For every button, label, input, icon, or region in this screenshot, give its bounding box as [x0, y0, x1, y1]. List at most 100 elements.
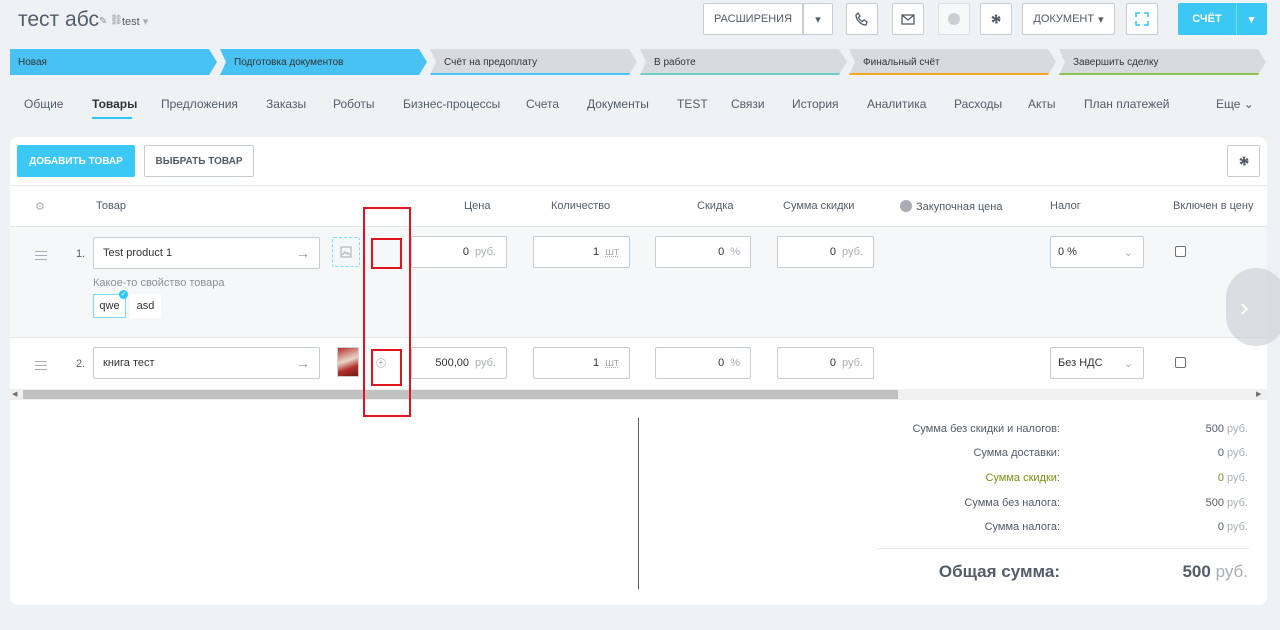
option-chip[interactable]: asd	[130, 294, 161, 318]
tab-7[interactable]: Счета	[526, 97, 559, 111]
quantity-field[interactable]: 1 шт	[533, 236, 630, 268]
summary-amount: 0	[1217, 447, 1224, 459]
summary-value: 500 руб.	[1206, 497, 1248, 509]
tab-1[interactable]: Общие	[24, 97, 63, 111]
drag-handle-icon[interactable]	[35, 251, 47, 260]
column-included: Включен в цену	[1173, 200, 1254, 212]
stage-2[interactable]: Подготовка документов	[220, 49, 427, 75]
tab-more[interactable]: Еще ⌄	[1216, 97, 1254, 111]
link-icon[interactable]: ⛓	[110, 15, 123, 26]
scroll-left-arrow[interactable]: ◀	[12, 389, 17, 400]
option-label: asd	[136, 300, 155, 312]
discount-sum-unit: руб.	[842, 246, 863, 258]
discount-sum-value: 0	[829, 357, 837, 369]
tab-11[interactable]: История	[792, 97, 839, 111]
column-discount-sum: Сумма скидки	[783, 200, 855, 212]
product-name-field[interactable]: книга тест →	[93, 347, 320, 379]
discount-field[interactable]: 0%	[655, 347, 751, 379]
tab-2[interactable]: Товары	[92, 97, 137, 111]
tab-5[interactable]: Роботы	[333, 97, 375, 111]
price-unit: руб.	[475, 357, 496, 369]
price-unit: руб.	[475, 246, 496, 258]
discount-sum-field[interactable]: 0 руб.	[777, 236, 874, 268]
product-name-field[interactable]: Test product 1 →	[93, 237, 320, 269]
tax-select[interactable]: Без НДС ⌄	[1050, 347, 1144, 379]
column-tax: Налог	[1050, 200, 1081, 212]
summary-amount: 0	[1217, 472, 1224, 484]
mail-icon	[901, 14, 915, 25]
gear-icon	[991, 14, 1001, 24]
discount-unit[interactable]: %	[730, 246, 740, 258]
column-quantity: Количество	[551, 200, 611, 212]
tab-12[interactable]: Аналитика	[867, 97, 926, 111]
stage-6[interactable]: Завершить сделку	[1059, 49, 1266, 75]
scroll-right-button[interactable]: ›	[1226, 268, 1280, 346]
tax-select[interactable]: 0 % ⌄	[1050, 236, 1144, 268]
stage-label: Новая	[18, 56, 47, 68]
tax-value: 0 %	[1058, 246, 1077, 258]
stage-1[interactable]: Новая	[10, 49, 217, 75]
tab-8[interactable]: Документы	[587, 97, 649, 111]
edit-title-icon[interactable]: ✎	[99, 16, 107, 27]
quantity-unit[interactable]: шт	[605, 357, 619, 369]
image-placeholder[interactable]	[332, 237, 360, 267]
invoice-button[interactable]: СЧЁТ	[1178, 3, 1236, 35]
page-title: тест абс	[18, 8, 99, 31]
category-selector[interactable]: test ▾	[122, 15, 148, 28]
phone-button[interactable]	[846, 3, 878, 35]
summary-amount: 500	[1205, 497, 1224, 509]
price-value: 500,00	[435, 357, 470, 369]
tab-10[interactable]: Связи	[731, 97, 765, 111]
settings-button[interactable]	[980, 3, 1012, 35]
summary-amount: 0	[1217, 521, 1224, 533]
scrollbar-thumb[interactable]	[23, 390, 898, 399]
quantity-value: 1	[593, 357, 600, 369]
quantity-unit[interactable]: шт	[605, 246, 619, 258]
scroll-right-arrow[interactable]: ▶	[1256, 389, 1261, 400]
select-product-button[interactable]: ВЫБРАТЬ ТОВАР	[144, 145, 254, 177]
arrow-right-icon[interactable]: →	[296, 355, 310, 371]
row-number: 1.	[76, 248, 86, 260]
chat-icon	[948, 13, 960, 25]
tab-15[interactable]: План платежей	[1084, 97, 1169, 111]
tab-9[interactable]: TEST	[677, 97, 708, 111]
tab-3[interactable]: Предложения	[161, 97, 238, 111]
email-button[interactable]	[892, 3, 924, 35]
tax-included-checkbox[interactable]	[1175, 357, 1186, 368]
summary-unit: руб.	[1227, 497, 1248, 509]
stage-label: Подготовка документов	[234, 56, 344, 68]
arrow-right-icon[interactable]: →	[296, 245, 310, 261]
quantity-field[interactable]: 1 шт	[533, 347, 630, 379]
product-thumbnail[interactable]	[337, 347, 359, 377]
grid-settings-button[interactable]	[1227, 145, 1260, 177]
tab-14[interactable]: Акты	[1028, 97, 1056, 111]
annotation-box-row2	[371, 349, 402, 386]
tab-13[interactable]: Расходы	[954, 97, 1002, 111]
discount-field[interactable]: 0%	[655, 236, 751, 268]
stage-3[interactable]: Счёт на предоплату	[430, 49, 637, 75]
extensions-dropdown-button[interactable]: ▾	[803, 3, 833, 35]
chat-button[interactable]	[938, 3, 970, 35]
extensions-button[interactable]: РАСШИРЕНИЯ	[703, 3, 803, 35]
fullscreen-button[interactable]	[1126, 3, 1158, 35]
price-field[interactable]: 500,00 руб.	[411, 347, 507, 379]
column-product: Товар	[96, 200, 126, 212]
category-label: test	[122, 16, 140, 28]
price-field[interactable]: 0 руб.	[411, 236, 507, 268]
discount-sum-field[interactable]: 0 руб.	[777, 347, 874, 379]
column-settings-icon[interactable]: ⚙	[35, 200, 45, 213]
tax-included-checkbox[interactable]	[1175, 246, 1186, 257]
tab-6[interactable]: Бизнес-процессы	[403, 97, 500, 111]
discount-value: 0	[718, 357, 725, 369]
stage-4[interactable]: В работе	[640, 49, 847, 75]
tab-4[interactable]: Заказы	[266, 97, 306, 111]
cart-icon	[900, 200, 912, 212]
summary-unit: руб.	[1227, 521, 1248, 533]
invoice-dropdown-button[interactable]: ▾	[1236, 3, 1267, 35]
add-product-button[interactable]: ДОБАВИТЬ ТОВАР	[17, 145, 135, 177]
discount-unit[interactable]: %	[730, 357, 740, 369]
document-button[interactable]: ДОКУМЕНТ ▾	[1022, 3, 1115, 35]
drag-handle-icon[interactable]	[35, 361, 47, 370]
stage-5[interactable]: Финальный счёт	[849, 49, 1056, 75]
stage-label: Счёт на предоплату	[444, 56, 538, 68]
